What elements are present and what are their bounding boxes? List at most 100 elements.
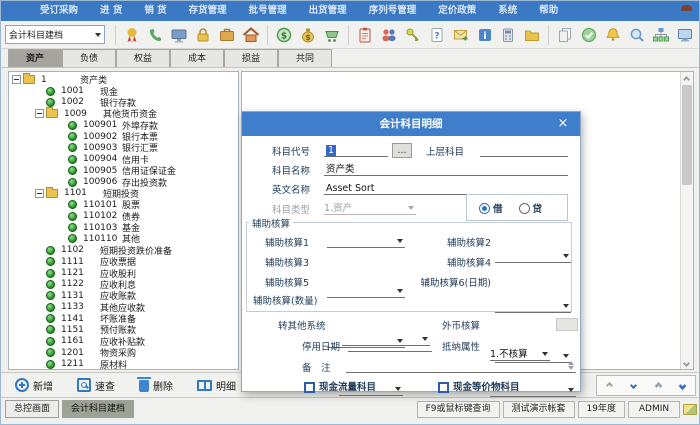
expander-icon[interactable] [35,109,44,118]
account-class-tab[interactable]: 成本 [170,49,224,67]
bottom-tab-current[interactable]: 会计科目建档 [62,400,134,418]
expander-icon[interactable] [35,360,44,369]
expander-icon[interactable] [57,132,66,141]
menu-item[interactable]: 受订采购 [29,1,89,21]
users-icon[interactable] [378,24,400,46]
name-input[interactable]: 资产类 [324,161,568,176]
mail-icon[interactable] [450,24,472,46]
expander-icon[interactable] [35,280,44,289]
expander-icon[interactable] [35,314,44,323]
menu-item[interactable]: 存货管理 [178,1,238,21]
menu-item[interactable]: 批号管理 [238,1,298,21]
bell-icon[interactable] [602,24,624,46]
account-class-tab[interactable]: 负债 [62,49,116,67]
expander-icon[interactable] [35,337,44,346]
bottom-tab-main[interactable]: 总控画面 [5,400,59,418]
info-icon[interactable]: i [474,24,496,46]
quick-search-button[interactable]: 速查 [77,378,115,393]
expander-icon[interactable] [35,246,44,255]
coin-icon[interactable]: $ [273,24,295,46]
spinner-icon[interactable] [568,361,574,370]
home-icon[interactable] [240,24,262,46]
nav-prev-icon[interactable] [598,377,620,395]
expander-icon[interactable] [35,348,44,357]
delete-button[interactable]: 删除 [139,378,173,393]
menu-item[interactable]: 序列号管理 [358,1,428,21]
expander-icon[interactable] [57,234,66,243]
check-icon[interactable] [578,24,600,46]
key-icon[interactable] [402,24,424,46]
scroll-down-icon[interactable] [684,359,691,366]
cashflow-checkbox[interactable]: 现金流量科目 [304,377,434,393]
expander-icon[interactable] [35,87,44,96]
english-name-input[interactable]: Asset Sort [324,180,568,195]
tree-row[interactable]: 1 资产类 [9,74,238,85]
add-button[interactable]: 新增 [15,378,53,393]
expander-icon[interactable] [35,98,44,107]
menu-item[interactable]: 系统 [487,1,528,21]
disable-date-input[interactable] [348,337,432,352]
account-class-tab[interactable]: 权益 [116,49,170,67]
phone-icon[interactable] [145,24,167,46]
menu-item[interactable]: 进 货 [89,1,133,21]
nav-last-icon[interactable] [672,377,694,395]
expander-icon[interactable] [57,200,66,209]
user-person-icon[interactable] [681,4,693,18]
status-image-icon[interactable] [683,404,697,415]
parent-input[interactable] [480,142,568,157]
clipboard-icon[interactable] [354,24,376,46]
browse-button[interactable]: … [392,143,412,158]
expander-icon[interactable] [35,291,44,300]
calculator-icon[interactable] [498,24,520,46]
nav-next-icon[interactable] [623,377,645,395]
lock-icon[interactable] [192,24,214,46]
credit-radio[interactable]: 贷 [519,201,543,215]
aux1-combo[interactable] [327,233,405,248]
tree-row[interactable]: 1211 原材料 [9,358,238,369]
expander-icon[interactable] [12,75,21,84]
sitemap-icon[interactable] [650,24,672,46]
copy-icon[interactable] [554,24,576,46]
aux2-combo[interactable] [495,248,571,263]
cart-icon[interactable] [321,24,343,46]
dialog-title[interactable]: 会计科目明细 [242,112,580,136]
search-icon[interactable] [626,24,648,46]
expander-icon[interactable] [57,155,66,164]
expander-icon[interactable] [35,303,44,312]
expander-icon[interactable] [35,257,44,266]
expander-icon[interactable] [57,166,66,175]
aux3-combo[interactable] [327,283,405,298]
menu-item[interactable]: 定价政策 [427,1,487,21]
close-icon[interactable]: × [554,112,572,136]
expander-icon[interactable] [57,223,66,232]
expander-icon[interactable] [35,189,44,198]
moneybag-icon[interactable]: $ [297,24,319,46]
scroll-up-icon[interactable] [684,75,691,82]
detail-button[interactable]: 明细 [197,378,236,393]
expander-icon[interactable] [57,143,66,152]
expander-icon[interactable] [57,178,66,187]
help-doc-icon[interactable]: ? [426,24,448,46]
expander-icon[interactable] [57,212,66,221]
cashequiv-checkbox[interactable]: 现金等价物科目 [438,377,578,393]
certificate-icon[interactable] [121,24,143,46]
debit-radio[interactable]: 借 [479,201,503,215]
scrollbar-thumb[interactable] [682,85,692,185]
expander-icon[interactable] [35,325,44,334]
account-class-tab[interactable]: 资产 [8,49,62,67]
vertical-scrollbar[interactable] [680,72,693,369]
briefcase-icon[interactable] [216,24,238,46]
nav-first-icon[interactable] [647,377,669,395]
module-combo[interactable]: 会计科目建档 [5,25,105,44]
aux4-combo[interactable] [495,298,571,313]
account-class-tab[interactable]: 共同 [278,49,332,67]
menu-item[interactable]: 帮助 [528,1,569,21]
account-class-tab[interactable]: 损益 [224,49,278,67]
computer-icon[interactable] [169,24,191,46]
folder-icon[interactable] [521,24,543,46]
memo-input[interactable] [346,358,576,373]
code-input[interactable]: 1 [324,142,388,157]
expander-icon[interactable] [57,121,66,130]
monitor-icon[interactable] [674,24,696,46]
menu-item[interactable]: 出货管理 [298,1,358,21]
